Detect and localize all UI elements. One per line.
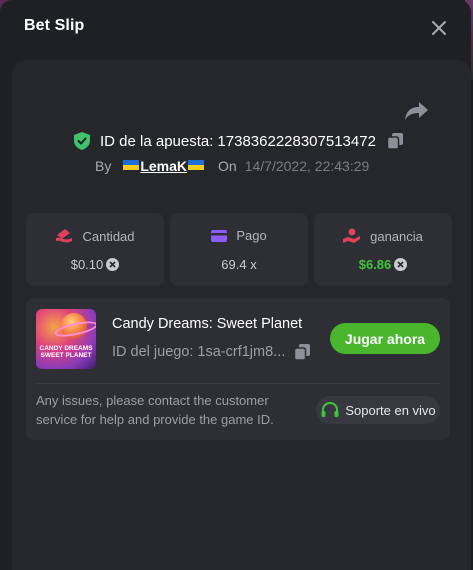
divider xyxy=(36,383,440,384)
bet-date: 14/7/2022, 22:43:29 xyxy=(244,158,370,174)
ukraine-flag-icon xyxy=(188,160,205,170)
game-id-label: ID del juego: xyxy=(112,344,194,360)
cash-icon xyxy=(56,229,73,243)
close-icon xyxy=(432,21,446,35)
stat-payout-label: Pago xyxy=(236,228,267,243)
coin-icon xyxy=(394,258,408,271)
close-button[interactable] xyxy=(428,17,450,39)
coin-icon xyxy=(106,258,120,271)
stat-amount-label: Cantidad xyxy=(82,228,135,244)
bet-id-label: ID de la apuesta: xyxy=(100,132,214,150)
hand-coin-icon xyxy=(343,228,361,243)
game-id-row: ID del juego: 1sa-crf1jm8... xyxy=(112,343,311,361)
stat-payout-value: 69.4 x xyxy=(221,257,257,272)
share-button[interactable] xyxy=(404,100,430,122)
on-label: On xyxy=(218,158,237,174)
modal-header: Bet Slip xyxy=(0,0,471,58)
stat-amount: Cantidad $0.10 xyxy=(26,213,164,286)
thumb-line-1: CANDY DREAMS xyxy=(39,345,93,352)
bet-id-value: 1738362228307513472 xyxy=(217,132,376,150)
stat-payout: Pago 69.4 x xyxy=(170,213,308,286)
share-icon xyxy=(405,102,428,120)
bet-slip-modal: Bet Slip ID de la apuesta: 1738362228307… xyxy=(0,0,471,570)
support-help-text: Any issues, please contact the customer … xyxy=(36,393,274,427)
stat-profit-value: $6.86 xyxy=(358,257,392,272)
username-link[interactable]: LemaK xyxy=(140,158,187,174)
bet-meta-row: By LemaK On 14/7/2022, 22:43:29 xyxy=(95,156,369,176)
game-id-value: 1sa-crf1jm8... xyxy=(197,344,286,360)
ukraine-flag-icon xyxy=(123,160,140,170)
bet-id-row: ID de la apuesta: 1738362228307513472 xyxy=(74,130,404,152)
copy-icon[interactable] xyxy=(386,132,404,150)
headset-icon xyxy=(321,401,339,417)
thumb-line-2: SWEET PLANET xyxy=(40,352,92,359)
live-support-button[interactable]: Soporte en vivo xyxy=(316,396,440,424)
stat-profit: ganancia $6.86 xyxy=(314,213,452,286)
card-icon xyxy=(211,229,228,242)
stat-amount-value: $0.10 xyxy=(70,257,104,272)
shield-check-icon xyxy=(74,132,90,150)
modal-title: Bet Slip xyxy=(24,17,85,34)
stat-profit-label: ganancia xyxy=(370,228,423,244)
by-label: By xyxy=(95,158,112,174)
game-thumbnail[interactable]: CANDY DREAMS SWEET PLANET xyxy=(36,309,96,369)
game-card: CANDY DREAMS SWEET PLANET Candy Dreams: … xyxy=(26,298,450,440)
game-title: Candy Dreams: Sweet Planet xyxy=(112,316,303,332)
play-now-button[interactable]: Jugar ahora xyxy=(330,323,440,354)
live-support-label: Soporte en vivo xyxy=(345,402,436,418)
copy-icon[interactable] xyxy=(293,343,311,361)
